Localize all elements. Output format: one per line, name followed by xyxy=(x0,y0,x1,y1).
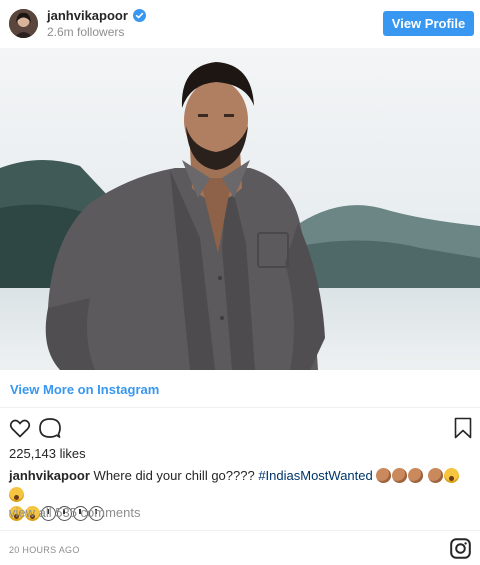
post-header: janhvikapoor 2.6m followers View Profile xyxy=(0,0,480,48)
clap-emoji-icon xyxy=(376,468,392,483)
view-more-link[interactable]: View More on Instagram xyxy=(10,382,159,397)
divider xyxy=(0,530,480,531)
heart-icon[interactable] xyxy=(8,416,32,440)
timestamp: 20 HOURS AGO xyxy=(9,545,80,555)
username[interactable]: janhvikapoor xyxy=(47,8,128,23)
bookmark-icon[interactable] xyxy=(451,416,475,440)
comment-icon[interactable] xyxy=(38,416,62,440)
follower-count: 2.6m followers xyxy=(47,25,125,39)
astonished-emoji-icon xyxy=(9,487,24,502)
view-comments-link[interactable]: view all 535 comments xyxy=(9,505,141,520)
clap-emoji-icon xyxy=(408,468,424,483)
avatar[interactable] xyxy=(9,9,38,38)
like-count: 225,143 likes xyxy=(9,446,86,461)
action-bar xyxy=(0,412,480,442)
username-row: janhvikapoor xyxy=(47,8,146,23)
clap-emoji-icon xyxy=(392,468,408,483)
caption-text: Where did your chill go???? xyxy=(93,468,255,483)
hashtag-link[interactable]: #IndiasMostWanted xyxy=(258,468,372,483)
instagram-logo-icon[interactable] xyxy=(450,538,471,559)
view-profile-button[interactable]: View Profile xyxy=(383,11,474,36)
astonished-emoji-icon xyxy=(444,468,459,483)
clap-emoji-icon xyxy=(428,468,443,483)
verified-badge-icon xyxy=(132,9,146,22)
post-image[interactable] xyxy=(0,48,480,370)
divider xyxy=(0,407,480,408)
caption-username[interactable]: janhvikapoor xyxy=(9,468,90,483)
